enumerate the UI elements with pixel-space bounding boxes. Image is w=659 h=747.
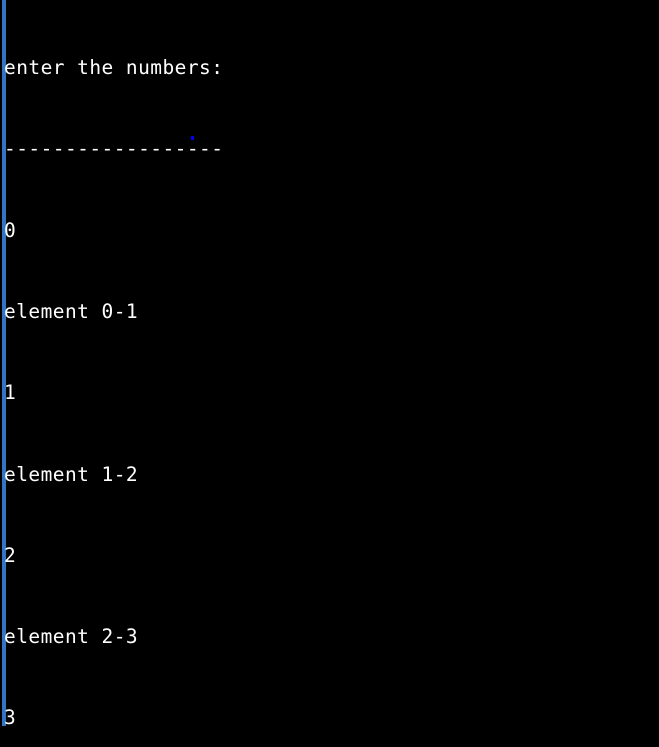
terminal-window: enter the numbers: ------------------ 0 … bbox=[0, 0, 659, 747]
output-line: element 2-3 bbox=[4, 625, 139, 649]
terminal-output[interactable]: enter the numbers: ------------------ 0 … bbox=[4, 0, 654, 747]
output-line: element 0-1 bbox=[4, 300, 139, 324]
output-line: enter the numbers: bbox=[4, 56, 224, 80]
output-line: 1 bbox=[4, 381, 17, 405]
output-line: 2 bbox=[4, 543, 17, 567]
output-line-separator: ------------------ bbox=[4, 137, 224, 161]
output-line: 0 bbox=[4, 218, 17, 242]
output-line: element 1-2 bbox=[4, 462, 139, 486]
text-cursor-marker bbox=[191, 136, 194, 140]
output-line: 3 bbox=[4, 706, 17, 730]
